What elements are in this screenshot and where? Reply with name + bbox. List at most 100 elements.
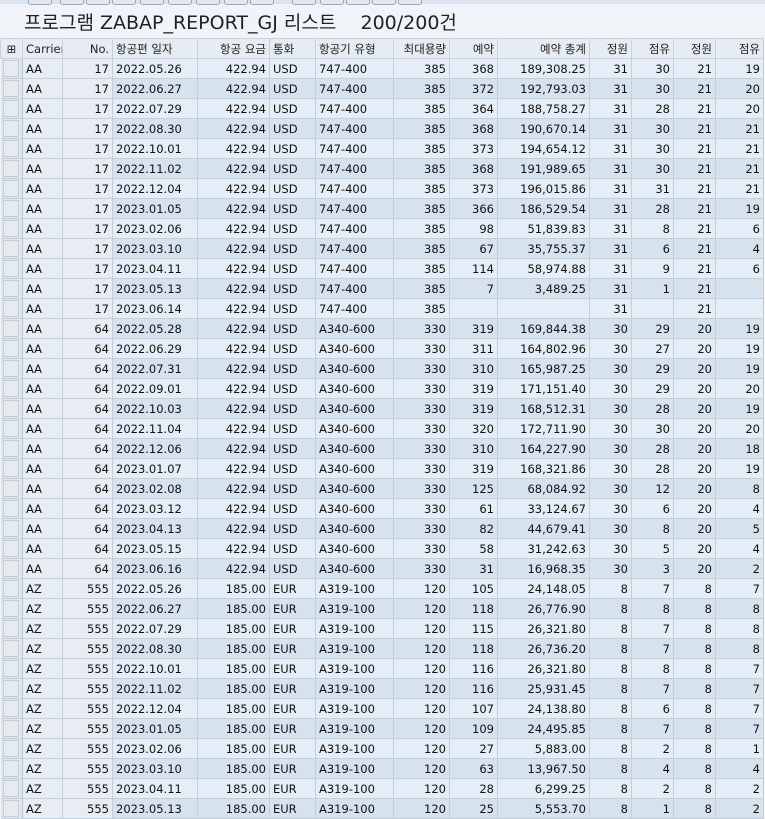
table-cell[interactable]: 5 [715, 518, 764, 539]
table-cell[interactable]: 2 [715, 798, 764, 819]
table-cell[interactable]: 25 [449, 798, 498, 819]
table-row[interactable]: AA 17 2022.07.29 422.94 USD 747-400 385 364 188,… [0, 98, 764, 119]
table-cell[interactable]: 2022.12.04 [112, 178, 198, 199]
table-cell[interactable] [631, 298, 674, 319]
table-cell[interactable]: 2022.11.02 [112, 158, 198, 179]
row-selector[interactable] [0, 718, 23, 739]
table-row[interactable]: AA 64 2022.07.31 422.94 USD A340-600 330 310 165… [0, 358, 764, 379]
table-cell[interactable]: AA [22, 358, 63, 379]
table-cell[interactable]: AA [22, 418, 63, 439]
table-cell[interactable]: 8 [589, 678, 632, 699]
table-cell[interactable]: 385 [393, 158, 450, 179]
table-cell[interactable]: AA [22, 438, 63, 459]
select-all-button[interactable]: ⊞ [0, 38, 23, 59]
table-cell[interactable]: 8 [673, 638, 716, 659]
table-cell[interactable]: 8 [589, 598, 632, 619]
table-cell[interactable]: 64 [62, 478, 113, 499]
table-cell[interactable]: 385 [393, 138, 450, 159]
table-cell[interactable]: 319 [449, 378, 498, 399]
table-cell[interactable]: 20 [673, 458, 716, 479]
table-cell[interactable]: 21 [715, 178, 764, 199]
table-cell[interactable]: 29 [631, 318, 674, 339]
table-cell[interactable]: 21 [673, 138, 716, 159]
table-cell[interactable]: 26,321.80 [497, 618, 590, 639]
table-cell[interactable]: 164,802.96 [497, 338, 590, 359]
row-selector-box[interactable] [3, 740, 20, 757]
table-cell[interactable]: A319-100 [315, 598, 394, 619]
row-selector[interactable] [0, 598, 23, 619]
table-cell[interactable]: 31 [589, 118, 632, 139]
table-cell[interactable]: 44,679.41 [497, 518, 590, 539]
table-row[interactable]: AZ 555 2023.05.13 185.00 EUR A319-100 120 25 5,5… [0, 798, 764, 819]
table-cell[interactable]: 186,529.54 [497, 198, 590, 219]
table-cell[interactable]: 125 [449, 478, 498, 499]
table-cell[interactable]: 118 [449, 598, 498, 619]
table-cell[interactable]: AZ [22, 598, 63, 619]
table-cell[interactable]: AZ [22, 778, 63, 799]
table-cell[interactable]: 747-400 [315, 278, 394, 299]
table-cell[interactable]: 20 [715, 98, 764, 119]
row-selector[interactable] [0, 758, 23, 779]
table-cell[interactable] [715, 278, 764, 299]
table-cell[interactable]: 422.94 [197, 138, 270, 159]
table-cell[interactable]: A319-100 [315, 618, 394, 639]
row-selector-box[interactable] [3, 300, 20, 317]
table-cell[interactable]: 422.94 [197, 398, 270, 419]
table-cell[interactable]: 120 [393, 738, 450, 759]
column-header[interactable]: 예약 총계 [497, 38, 590, 59]
table-cell[interactable]: 4 [631, 758, 674, 779]
table-cell[interactable]: 19 [715, 398, 764, 419]
table-cell[interactable]: AA [22, 538, 63, 559]
table-cell[interactable]: 30 [589, 318, 632, 339]
table-cell[interactable]: 185.00 [197, 598, 270, 619]
table-cell[interactable]: 555 [62, 778, 113, 799]
table-cell[interactable]: 7 [449, 278, 498, 299]
table-cell[interactable]: A340-600 [315, 558, 394, 579]
table-cell[interactable]: 330 [393, 418, 450, 439]
row-selector-box[interactable] [3, 480, 20, 497]
table-cell[interactable]: A319-100 [315, 758, 394, 779]
table-cell[interactable]: USD [269, 478, 316, 499]
table-cell[interactable]: USD [269, 518, 316, 539]
table-cell[interactable]: 116 [449, 658, 498, 679]
table-cell[interactable]: AA [22, 78, 63, 99]
table-cell[interactable]: 2022.06.27 [112, 78, 198, 99]
table-cell[interactable]: 8 [589, 778, 632, 799]
table-cell[interactable]: 20 [715, 78, 764, 99]
table-cell[interactable]: EUR [269, 578, 316, 599]
table-cell[interactable]: 17 [62, 178, 113, 199]
table-cell[interactable]: 330 [393, 318, 450, 339]
table-cell[interactable]: 422.94 [197, 118, 270, 139]
table-cell[interactable]: 21 [673, 278, 716, 299]
table-cell[interactable]: 2023.02.06 [112, 738, 198, 759]
table-row[interactable]: AA 17 2022.11.02 422.94 USD 747-400 385 368 191,… [0, 158, 764, 179]
table-cell[interactable]: 26,776.90 [497, 598, 590, 619]
table-cell[interactable]: EUR [269, 638, 316, 659]
table-cell[interactable]: 25,931.45 [497, 678, 590, 699]
table-cell[interactable]: 2022.06.29 [112, 338, 198, 359]
table-cell[interactable]: 7 [631, 718, 674, 739]
table-cell[interactable]: 64 [62, 358, 113, 379]
row-selector[interactable] [0, 358, 23, 379]
row-selector[interactable] [0, 238, 23, 259]
row-selector-box[interactable] [3, 660, 20, 677]
table-cell[interactable]: 24,138.80 [497, 698, 590, 719]
table-row[interactable]: AA 64 2023.05.15 422.94 USD A340-600 330 58 31,2… [0, 538, 764, 559]
table-cell[interactable]: AZ [22, 658, 63, 679]
column-header[interactable]: 항공기 유형 [315, 38, 394, 59]
table-cell[interactable]: 2023.05.13 [112, 278, 198, 299]
table-cell[interactable]: 185.00 [197, 638, 270, 659]
table-cell[interactable]: USD [269, 358, 316, 379]
table-cell[interactable]: USD [269, 438, 316, 459]
table-cell[interactable]: 8 [715, 598, 764, 619]
row-selector[interactable] [0, 278, 23, 299]
table-cell[interactable]: 31 [589, 78, 632, 99]
table-cell[interactable]: 64 [62, 538, 113, 559]
table-row[interactable]: AA 64 2023.02.08 422.94 USD A340-600 330 125 68,… [0, 478, 764, 499]
column-header[interactable]: 예약 [449, 38, 498, 59]
table-cell[interactable]: 2023.05.15 [112, 538, 198, 559]
table-row[interactable]: AZ 555 2022.11.02 185.00 EUR A319-100 120 116 25… [0, 678, 764, 699]
table-row[interactable]: AA 64 2022.09.01 422.94 USD A340-600 330 319 171… [0, 378, 764, 399]
table-cell[interactable]: 118 [449, 638, 498, 659]
table-cell[interactable]: 28 [631, 458, 674, 479]
